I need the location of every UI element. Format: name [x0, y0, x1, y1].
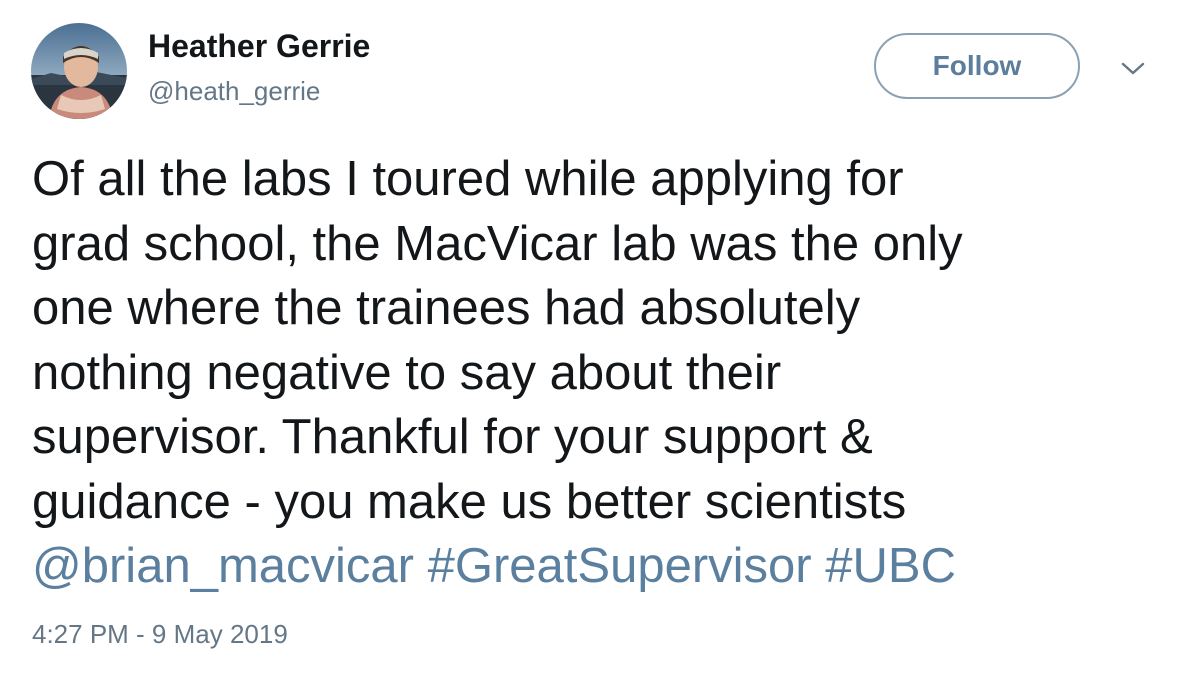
follow-button[interactable]: Follow: [874, 33, 1080, 99]
tweet-links-line: @brian_macvicar #GreatSupervisor #UBC: [32, 534, 1152, 599]
tweet-text-line: Of all the labs I toured while applying …: [32, 152, 904, 206]
tweet-card: Heather Gerrie @heath_gerrie Follow Of a…: [0, 0, 1192, 680]
chevron-down-icon: [1121, 62, 1145, 75]
tweet-text-line: nothing negative to say about their: [32, 345, 782, 400]
hashtag-link[interactable]: #UBC: [825, 539, 956, 593]
author-handle[interactable]: @heath_gerrie: [148, 76, 320, 107]
profile-photo-icon: [31, 23, 127, 119]
avatar[interactable]: [31, 23, 127, 119]
tweet-text: Of all the labs I toured while applying …: [32, 147, 1152, 599]
hashtag-link[interactable]: #GreatSupervisor: [428, 539, 812, 593]
tweet-text-line: supervisor. Thankful for your support &: [32, 410, 873, 464]
mention-link[interactable]: @brian_macvicar: [32, 539, 414, 593]
author-name[interactable]: Heather Gerrie: [148, 28, 370, 65]
more-options-button[interactable]: [1118, 58, 1148, 80]
tweet-text-line: guidance - you make us better scientists: [32, 474, 907, 529]
tweet-text-line: grad school, the MacVicar lab was the on…: [32, 216, 963, 271]
tweet-timestamp[interactable]: 4:27 PM - 9 May 2019: [32, 619, 288, 650]
tweet-text-line: one where the trainees had absolutely: [32, 281, 861, 335]
